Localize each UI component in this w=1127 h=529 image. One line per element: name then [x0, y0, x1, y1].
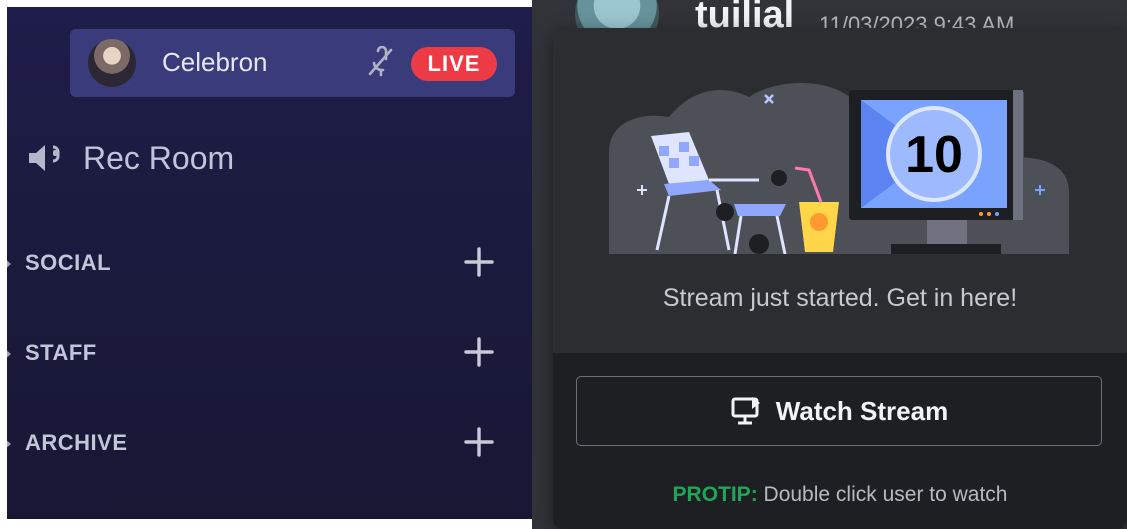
category-label: STAFF [25, 340, 97, 365]
protip-label: PROTIP: [672, 483, 758, 506]
category-archive[interactable]: ARCHIVE [7, 424, 512, 464]
screen-share-icon [731, 397, 760, 425]
channel-sidebar: Celebron LIVE Rec Room SOCIAL STAFF ARCH… [7, 7, 532, 519]
user-avatar[interactable] [88, 39, 136, 87]
category-social[interactable]: SOCIAL [7, 244, 512, 284]
category-staff[interactable]: STAFF [7, 334, 512, 374]
protip-message: Double click user to watch [763, 483, 1008, 506]
chevron-right-icon [7, 258, 11, 270]
speaker-icon [29, 145, 60, 171]
voice-user-row[interactable]: Celebron LIVE [70, 29, 515, 97]
category-label: SOCIAL [25, 250, 112, 275]
watch-stream-label: Watch Stream [775, 395, 949, 426]
stream-preview-popup: 10 Stream just started. Get in here! Wat… [553, 28, 1127, 529]
stream-started-message: Stream just started. Get in here! [662, 284, 1018, 312]
plus-icon[interactable] [463, 426, 495, 458]
chevron-right-icon [7, 348, 11, 360]
category-label: ARCHIVE [25, 430, 128, 455]
mic-muted-icon [368, 46, 393, 77]
plus-icon[interactable] [463, 246, 495, 278]
protip-text: PROTIP: Double click user to watch [553, 483, 1127, 507]
plus-icon[interactable] [463, 336, 495, 368]
voice-channel-rec-room[interactable]: Rec Room [27, 137, 234, 179]
stream-preview-top: 10 Stream just started. Get in here! [553, 28, 1127, 353]
watch-stream-button[interactable]: Watch Stream [576, 376, 1102, 446]
stream-preview-footer: Watch Stream PROTIP: Double click user t… [553, 353, 1127, 529]
live-badge[interactable]: LIVE [411, 47, 497, 81]
countdown-number: 10 [905, 126, 963, 184]
stream-starting-illustration: 10 [609, 83, 1069, 254]
voice-channel-label: Rec Room [83, 139, 235, 176]
user-name: Celebron [162, 47, 268, 77]
chevron-right-icon [7, 438, 11, 450]
